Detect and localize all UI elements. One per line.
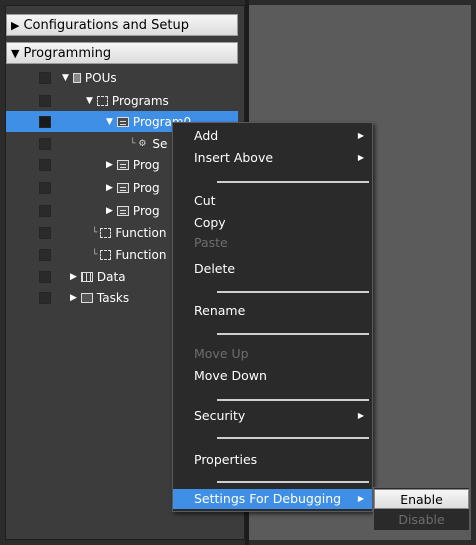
row-checkbox[interactable] <box>39 158 51 171</box>
menu-label: Cut <box>194 193 216 208</box>
menu-item-insert-above[interactable]: Insert Above ▶ <box>173 148 372 168</box>
tasks-icon <box>80 292 93 303</box>
submenu-arrow-icon: ▶ <box>357 131 364 140</box>
program-icon <box>116 205 129 216</box>
section-label: Programming <box>23 45 112 61</box>
expand-triangle-icon[interactable]: ▶ <box>106 160 113 170</box>
row-checkbox[interactable] <box>39 115 51 128</box>
expand-triangle-icon[interactable]: ▶ <box>106 206 113 216</box>
section-icon: ⚙ <box>138 138 147 149</box>
menu-label: Rename <box>194 303 246 318</box>
tree-label: Data <box>96 269 126 284</box>
expand-triangle-icon[interactable]: ▶ <box>70 272 77 282</box>
menu-separator <box>217 481 369 483</box>
expand-triangle-icon[interactable]: ▶ <box>106 183 113 193</box>
menu-label: Insert Above <box>194 150 274 165</box>
row-checkbox[interactable] <box>39 71 51 84</box>
submenu-arrow-icon: ▶ <box>357 494 364 503</box>
debugging-submenu: Enable Disable <box>373 487 470 531</box>
menu-item-copy[interactable]: Copy <box>173 213 372 233</box>
tree-label: POUs <box>84 70 117 85</box>
expand-triangle-icon[interactable]: ▶ <box>70 293 77 303</box>
collapse-triangle-icon[interactable]: ▼ <box>106 117 113 127</box>
section-configurations-and-setup[interactable]: ▶ Configurations and Setup <box>6 14 238 36</box>
menu-label: Move Up <box>194 346 249 361</box>
tree-connector-icon: └ <box>92 249 98 260</box>
menu-item-move-up: Move Up <box>173 344 372 364</box>
tree-label: Tasks <box>96 290 130 305</box>
menu-separator <box>217 291 369 293</box>
menu-separator <box>217 437 369 439</box>
menu-item-settings-for-debugging[interactable]: Settings For Debugging ▶ <box>173 489 372 509</box>
menu-item-delete[interactable]: Delete <box>173 259 372 279</box>
submenu-arrow-icon: ▶ <box>357 411 364 420</box>
collapse-triangle-icon[interactable]: ▼ <box>11 47 19 60</box>
tree-label: Prog <box>132 157 160 172</box>
tree-label: Prog <box>132 180 160 195</box>
menu-label: Delete <box>194 261 236 276</box>
menu-label: Properties <box>194 452 258 467</box>
collapse-triangle-icon[interactable]: ▼ <box>86 96 93 106</box>
program-icon <box>116 182 129 193</box>
tree-item-programs[interactable]: ▼ Programs <box>6 90 238 111</box>
tree-label: Function <box>115 225 167 240</box>
function-blocks-folder-icon <box>100 249 112 260</box>
menu-item-rename[interactable]: Rename <box>173 301 372 321</box>
section-label: Configurations and Setup <box>23 17 189 33</box>
functions-folder-icon <box>100 227 112 238</box>
menu-item-add[interactable]: Add ▶ <box>173 126 372 146</box>
row-checkbox[interactable] <box>39 204 51 217</box>
menu-label: Paste <box>194 235 228 250</box>
menu-item-move-down[interactable]: Move Down <box>173 366 372 386</box>
row-checkbox[interactable] <box>39 137 51 150</box>
row-checkbox[interactable] <box>39 94 51 107</box>
app-frame: ▶ Configurations and Setup ▼ Programming… <box>0 0 476 545</box>
menu-label: Move Down <box>194 368 267 383</box>
menu-label: Security <box>194 408 246 423</box>
pou-folder-icon <box>72 72 81 83</box>
tree-connector-icon: └ <box>130 138 136 149</box>
expand-triangle-icon[interactable]: ▶ <box>11 19 19 32</box>
row-checkbox[interactable] <box>39 181 51 194</box>
row-checkbox[interactable] <box>39 270 51 283</box>
menu-separator <box>217 181 369 183</box>
program-icon <box>116 116 129 127</box>
menu-item-properties[interactable]: Properties <box>173 450 372 470</box>
menu-separator <box>217 333 369 335</box>
program-icon <box>116 159 129 170</box>
section-programming[interactable]: ▼ Programming <box>6 42 238 64</box>
tree-connector-icon: └ <box>92 227 98 238</box>
tree-label: Prog <box>132 203 160 218</box>
menu-label: Copy <box>194 215 226 230</box>
submenu-arrow-icon: ▶ <box>357 153 364 162</box>
submenu-item-disable: Disable <box>398 512 445 527</box>
menu-label: Add <box>194 128 219 143</box>
tree-label: Programs <box>111 93 169 108</box>
row-checkbox[interactable] <box>39 248 51 261</box>
collapse-triangle-icon[interactable]: ▼ <box>62 73 69 83</box>
context-menu: Add ▶ Insert Above ▶ Cut Copy Paste Dele… <box>172 122 373 512</box>
data-table-icon <box>80 271 93 282</box>
menu-separator <box>217 399 369 401</box>
menu-item-paste: Paste <box>173 233 372 253</box>
tree-item-pous[interactable]: ▼ POUs <box>6 67 238 88</box>
tree-label: Function <box>115 247 167 262</box>
menu-item-cut[interactable]: Cut <box>173 191 372 211</box>
row-checkbox[interactable] <box>39 291 51 304</box>
menu-label: Settings For Debugging <box>194 491 342 506</box>
programs-folder-icon <box>96 95 108 106</box>
row-checkbox[interactable] <box>39 226 51 239</box>
submenu-item-enable[interactable]: Enable <box>374 489 469 509</box>
tree-label: Se <box>152 136 168 151</box>
menu-item-security[interactable]: Security ▶ <box>173 406 372 426</box>
